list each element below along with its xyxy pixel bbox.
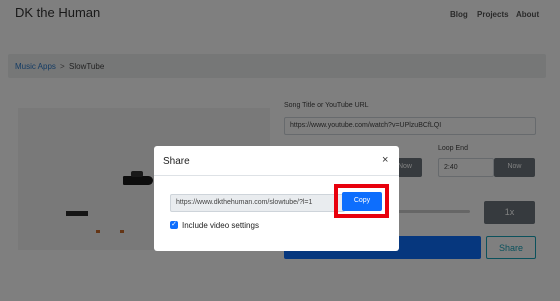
copy-button[interactable]: Copy <box>342 192 382 211</box>
modal-header: Share × <box>154 146 399 176</box>
include-settings-checkbox[interactable]: ✓ <box>170 221 178 229</box>
modal-title: Share <box>163 156 190 167</box>
share-url-field[interactable]: https://www.dkthehuman.com/slowtube/?l=1 <box>170 194 345 212</box>
close-icon[interactable]: × <box>382 154 388 166</box>
share-modal: Share × https://www.dkthehuman.com/slowt… <box>154 146 399 251</box>
include-settings-label[interactable]: Include video settings <box>182 221 259 230</box>
